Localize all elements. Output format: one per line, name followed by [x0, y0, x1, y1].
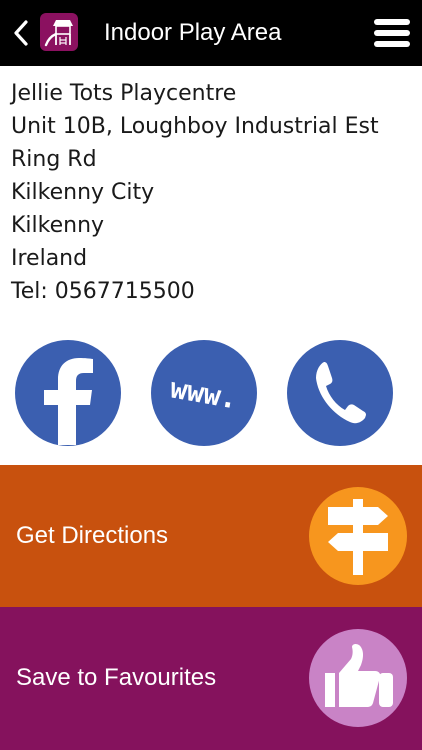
address-city: Kilkenny City [11, 180, 155, 205]
address-county: Kilkenny [11, 213, 105, 238]
back-button[interactable] [8, 18, 34, 48]
phone-number: Tel: 0567715500 [11, 279, 195, 304]
address-line-2: Ring Rd [11, 147, 97, 172]
www-icon: www. [168, 371, 240, 415]
address-country: Ireland [11, 246, 88, 271]
app-icon [40, 13, 78, 51]
address-block: Jellie Tots Playcentre Unit 10B, Loughbo… [11, 77, 416, 308]
www-text: www. [168, 371, 240, 415]
signpost-icon [328, 499, 388, 575]
venue-name: Jellie Tots Playcentre [11, 81, 237, 106]
save-to-favourites-label: Save to Favourites [16, 664, 217, 691]
get-directions-label: Get Directions [16, 522, 169, 549]
facebook-button[interactable] [15, 340, 121, 446]
top-bar: Indoor Play Area [0, 0, 422, 66]
get-directions-button[interactable]: Get Directions [0, 465, 422, 607]
chevron-left-icon [14, 20, 28, 46]
favourites-icon-badge [309, 629, 407, 727]
hamburger-menu-icon[interactable] [374, 19, 410, 47]
save-to-favourites-button[interactable]: Save to Favourites [0, 607, 422, 750]
playhouse-icon [44, 20, 73, 47]
thumbs-up-icon [325, 643, 393, 707]
phone-icon [316, 362, 366, 424]
address-line-1: Unit 10B, Loughboy Industrial Est [11, 114, 379, 139]
facebook-icon [44, 358, 93, 445]
website-button[interactable]: www. [151, 340, 257, 446]
page-title: Indoor Play Area [104, 19, 282, 46]
call-button[interactable] [287, 340, 393, 446]
directions-icon-badge [309, 487, 407, 585]
